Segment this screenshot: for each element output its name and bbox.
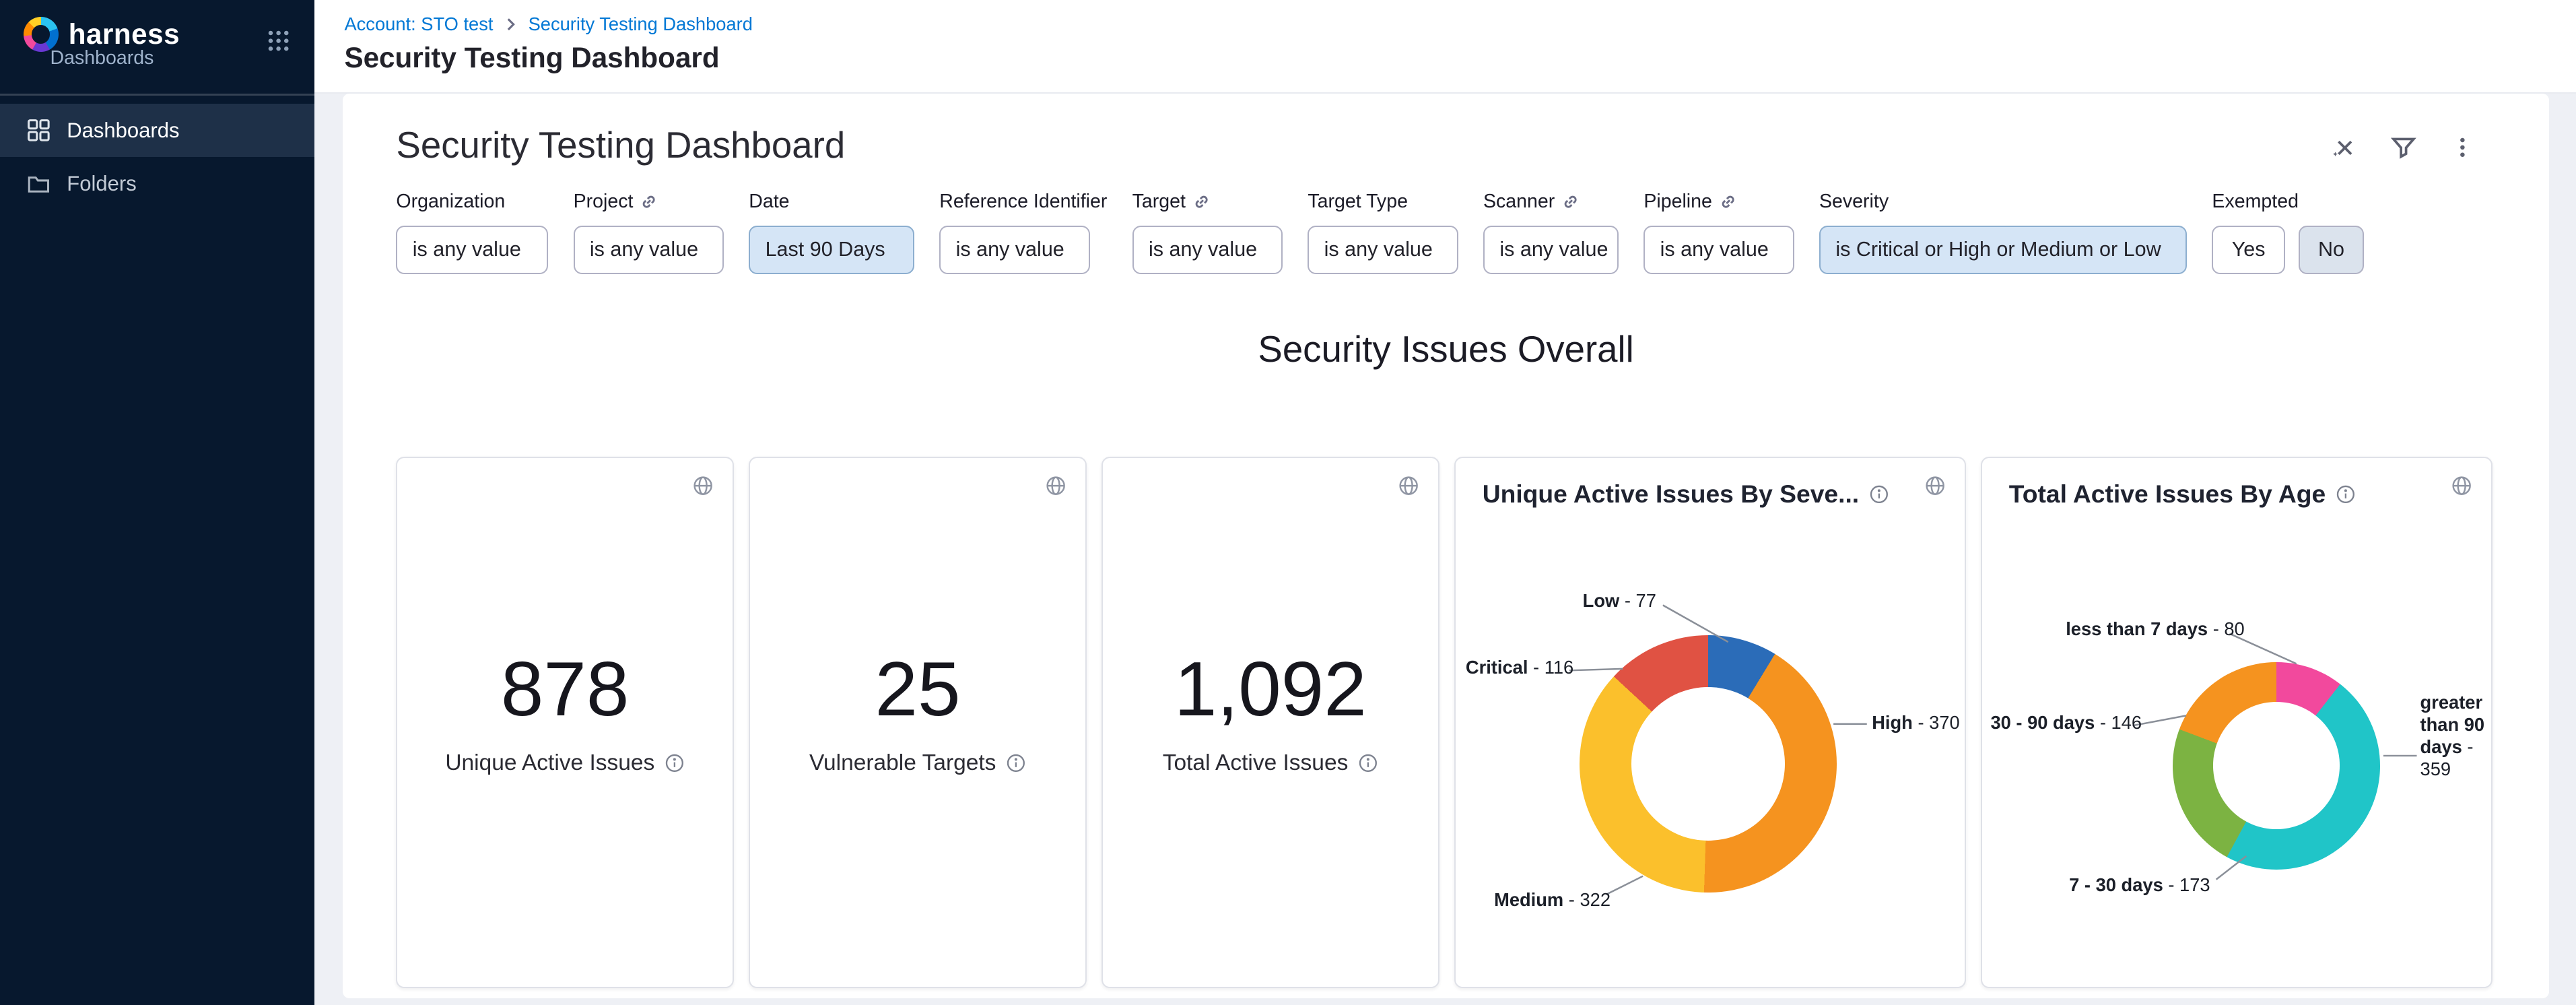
breadcrumb: Account: STO test Security Testing Dashb… — [344, 13, 752, 35]
stat-label: Total Active Issues — [1163, 750, 1349, 776]
stat-value: 878 — [397, 645, 733, 734]
filter-label: Date — [749, 191, 789, 213]
info-icon[interactable] — [1358, 753, 1378, 773]
filter-value-severity[interactable]: is Critical or High or Medium or Low — [1819, 226, 2187, 274]
stat-card-total-active-issues: 1,092 Total Active Issues — [1101, 457, 1439, 989]
exempted-yes-button[interactable]: Yes — [2212, 226, 2284, 274]
slice-label-low: Low - 77 — [1583, 590, 1656, 612]
stat-value: 1,092 — [1103, 645, 1438, 734]
sidebar: harness Dashboards Dashbo — [0, 0, 314, 1005]
filter-value-target-type[interactable]: is any value — [1308, 226, 1458, 274]
panel-title: Security Testing Dashboard — [396, 124, 845, 166]
dashboard-panel: Security Testing Dashboard — [343, 94, 2549, 998]
filter-scanner: Scanner is any value — [1483, 191, 1619, 274]
sidebar-nav: Dashboards Folders — [0, 104, 314, 211]
chart-card-age: Total Active Issues By Age — [1981, 457, 2493, 989]
slice-label-greater-than-90-days: greater than 90 days - 359 — [2420, 692, 2497, 780]
clear-filters-icon[interactable] — [2330, 134, 2357, 161]
filter-label: Project — [574, 191, 634, 213]
filter-value-target[interactable]: is any value — [1132, 226, 1283, 274]
folder-icon — [27, 172, 50, 196]
top-header: Account: STO test Security Testing Dashb… — [314, 0, 2576, 94]
link-icon — [640, 193, 658, 211]
filter-label: Pipeline — [1643, 191, 1712, 213]
slice-label-high: High - 370 — [1872, 712, 1959, 734]
stat-value: 25 — [750, 645, 1085, 734]
app-window: harness Dashboards Dashbo — [0, 0, 2576, 1005]
filter-icon[interactable] — [2390, 134, 2417, 161]
info-icon[interactable] — [2336, 484, 2356, 505]
brand-name: harness — [69, 18, 180, 51]
app-switcher-icon[interactable] — [266, 28, 291, 53]
info-icon[interactable] — [665, 753, 685, 773]
info-icon[interactable] — [1006, 753, 1026, 773]
filter-label: Target — [1132, 191, 1186, 213]
filter-label: Severity — [1819, 191, 1889, 213]
sidebar-item-label: Dashboards — [67, 119, 179, 143]
slice-label-7-30-days: 7 - 30 days - 173 — [2069, 874, 2210, 896]
explore-globe-icon[interactable] — [1045, 475, 1066, 496]
filter-value-organization[interactable]: is any value — [396, 226, 548, 274]
slice-label-critical: Critical - 116 — [1466, 657, 1573, 678]
chart-title: Total Active Issues By Age — [2009, 480, 2326, 509]
slice-label-30-90-days: 30 - 90 days - 146 — [1990, 712, 2142, 734]
explore-globe-icon[interactable] — [692, 475, 714, 496]
product-name: Dashboards — [50, 47, 154, 69]
breadcrumb-account-link[interactable]: Account: STO test — [344, 13, 493, 35]
filter-bar: Organization is any value Project is any… — [396, 191, 2364, 274]
filter-value-project[interactable]: is any value — [574, 226, 724, 274]
filter-organization: Organization is any value — [396, 191, 548, 274]
filter-date: Date Last 90 Days — [749, 191, 914, 274]
explore-globe-icon[interactable] — [1924, 475, 1946, 496]
breadcrumb-page-link[interactable]: Security Testing Dashboard — [529, 13, 753, 35]
kebab-menu-icon[interactable] — [2451, 134, 2474, 161]
chart-card-severity: Unique Active Issues By Seve... — [1454, 457, 1966, 989]
sidebar-item-dashboards[interactable]: Dashboards — [0, 104, 314, 157]
filter-severity: Severity is Critical or High or Medium o… — [1819, 191, 2187, 274]
info-icon[interactable] — [1869, 484, 1889, 505]
cards-row: 878 Unique Active Issues 25 Vulnerable T… — [396, 457, 2492, 989]
explore-globe-icon[interactable] — [1398, 475, 1419, 496]
donut-chart-age[interactable] — [2173, 662, 2380, 870]
filter-pipeline: Pipeline is any value — [1643, 191, 1794, 274]
filter-target-type: Target Type is any value — [1308, 191, 1458, 274]
link-icon — [1719, 193, 1737, 211]
page-title: Security Testing Dashboard — [344, 42, 719, 74]
link-icon — [1561, 193, 1580, 211]
stat-label: Vulnerable Targets — [809, 750, 996, 776]
sidebar-item-label: Folders — [67, 172, 136, 196]
filter-target: Target is any value — [1132, 191, 1283, 274]
filter-label: Scanner — [1483, 191, 1555, 213]
chevron-right-icon — [503, 17, 518, 32]
stat-label: Unique Active Issues — [445, 750, 654, 776]
donut-chart-severity[interactable] — [1580, 635, 1837, 893]
section-title: Security Issues Overall — [343, 328, 2549, 370]
filter-project: Project is any value — [574, 191, 724, 274]
panel-actions — [2330, 134, 2474, 161]
filter-reference-identifier: Reference Identifier is any value — [939, 191, 1107, 274]
sidebar-divider — [0, 94, 314, 95]
filter-label: Target Type — [1308, 191, 1408, 213]
filter-label: Exempted — [2212, 191, 2299, 213]
slice-label-less-than-7-days: less than 7 days - 80 — [2066, 618, 2245, 640]
filter-value-reference-identifier[interactable]: is any value — [939, 226, 1089, 274]
explore-globe-icon[interactable] — [2451, 475, 2472, 496]
stat-card-vulnerable-targets: 25 Vulnerable Targets — [749, 457, 1087, 989]
filter-value-date[interactable]: Last 90 Days — [749, 226, 914, 274]
sidebar-item-folders[interactable]: Folders — [0, 157, 314, 210]
link-icon — [1192, 193, 1211, 211]
stat-card-unique-active-issues: 878 Unique Active Issues — [396, 457, 734, 989]
slice-label-medium: Medium - 322 — [1494, 889, 1611, 911]
filter-value-pipeline[interactable]: is any value — [1643, 226, 1794, 274]
exempted-no-button[interactable]: No — [2299, 226, 2365, 274]
filter-exempted: Exempted Yes No — [2212, 191, 2364, 274]
filter-label: Reference Identifier — [939, 191, 1107, 213]
filter-value-scanner[interactable]: is any value — [1483, 226, 1619, 274]
filter-label: Organization — [396, 191, 505, 213]
chart-title: Unique Active Issues By Seve... — [1483, 480, 1859, 509]
dashboards-icon — [27, 119, 50, 142]
